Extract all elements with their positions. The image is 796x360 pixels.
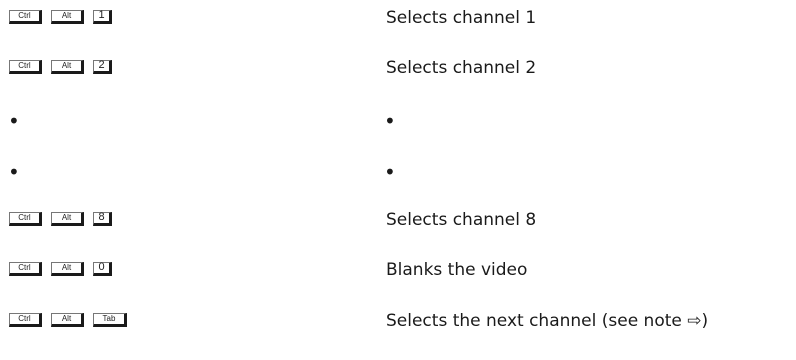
shortcut-description: Selects channel 8	[386, 210, 537, 230]
number-key-8: 8	[93, 212, 112, 226]
ctrl-key: Ctrl	[9, 212, 42, 226]
ellipsis-row: • •	[0, 106, 796, 133]
alt-key: Alt	[51, 313, 84, 327]
ctrl-key: Ctrl	[9, 10, 42, 24]
shortcut-row-channel-8: Ctrl Alt 8 Selects channel 8	[0, 208, 796, 232]
shortcut-row-channel-2: Ctrl Alt 2 Selects channel 2	[0, 56, 796, 80]
shortcut-description: Selects channel 2	[386, 58, 537, 78]
alt-key: Alt	[51, 262, 84, 276]
bullet-left: •	[8, 109, 20, 133]
bullet-right: •	[384, 109, 396, 133]
shortcut-description: Blanks the video	[386, 260, 528, 280]
alt-key: Alt	[51, 10, 84, 24]
shortcut-description: Selects the next channel (see note ⇨)	[386, 311, 709, 331]
ellipsis-row: • •	[0, 157, 796, 184]
ctrl-key: Ctrl	[9, 313, 42, 327]
alt-key: Alt	[51, 60, 84, 74]
number-key-2: 2	[93, 60, 112, 74]
ctrl-key: Ctrl	[9, 60, 42, 74]
bullet-right: •	[384, 160, 396, 184]
number-key-0: 0	[93, 262, 112, 276]
alt-key: Alt	[51, 212, 84, 226]
shortcut-row-next-channel: Ctrl Alt Tab Selects the next channel (s…	[0, 309, 796, 333]
bullet-left: •	[8, 160, 20, 184]
ctrl-key: Ctrl	[9, 262, 42, 276]
shortcut-row-channel-1: Ctrl Alt 1 Selects channel 1	[0, 6, 796, 30]
number-key-1: 1	[93, 10, 112, 24]
tab-key: Tab	[93, 313, 127, 327]
shortcut-description: Selects channel 1	[386, 8, 537, 28]
shortcut-row-blank-video: Ctrl Alt 0 Blanks the video	[0, 258, 796, 282]
